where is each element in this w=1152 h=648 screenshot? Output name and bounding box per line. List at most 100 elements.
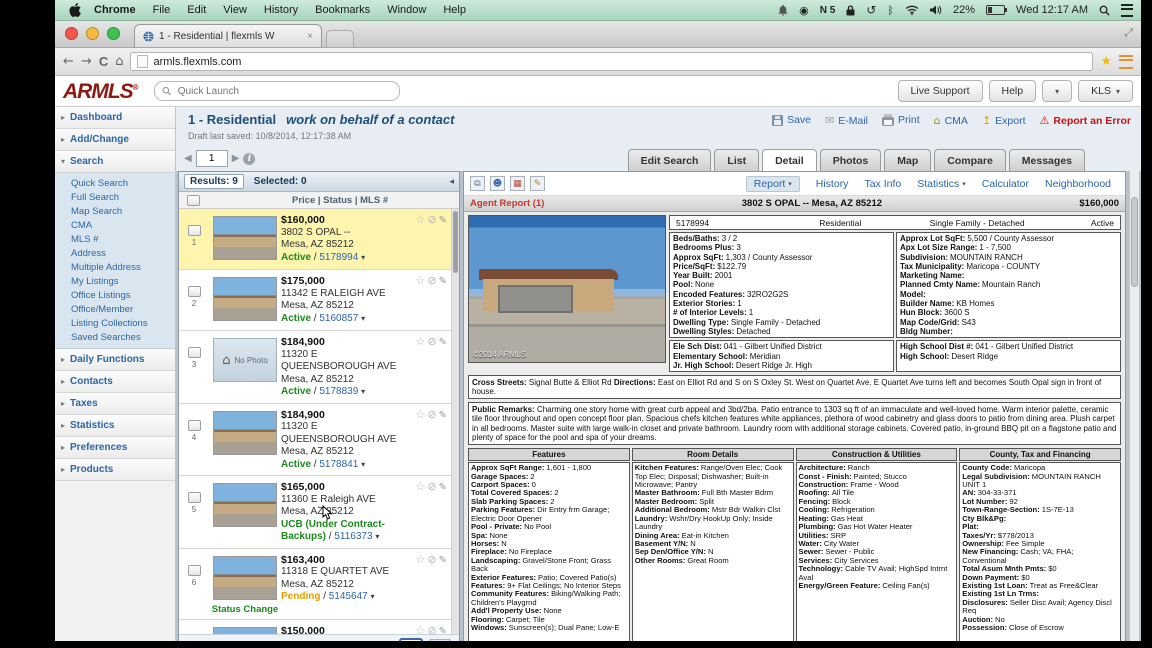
sidebar-section[interactable]: ▸Statistics — [55, 415, 175, 437]
row-checkbox[interactable] — [188, 286, 201, 297]
favorite-star-icon[interactable]: ☆ — [416, 624, 428, 635]
sidebar-section[interactable]: ▸Products — [55, 459, 175, 481]
close-window-button[interactable] — [65, 27, 78, 40]
sidebar-item[interactable]: CMA — [55, 218, 175, 232]
page-input[interactable] — [196, 150, 228, 167]
forward-button[interactable]: → — [81, 55, 92, 68]
spotlight-icon[interactable] — [1099, 5, 1110, 16]
menubar-item[interactable]: View — [223, 4, 247, 16]
property-photo[interactable]: ©2014 ARMLS — [468, 215, 666, 363]
quick-launch-input[interactable] — [176, 85, 392, 98]
view-tab[interactable]: Edit Search — [628, 149, 712, 171]
sidebar-item[interactable]: Multiple Address — [55, 260, 175, 274]
menubar-item[interactable]: Window — [387, 4, 426, 16]
zoom-window-button[interactable] — [107, 27, 120, 40]
exclude-icon[interactable]: ⊘ — [427, 624, 438, 635]
exclude-icon[interactable]: ⊘ — [427, 408, 438, 421]
live-support-button[interactable]: Live Support — [898, 80, 983, 102]
exclude-icon[interactable]: ⊘ — [427, 274, 438, 287]
listing-thumbnail[interactable] — [213, 216, 277, 260]
scrollbar-thumb[interactable] — [453, 211, 458, 273]
contact-icon[interactable]: ☻ — [490, 176, 505, 191]
listing-thumbnail[interactable] — [213, 277, 277, 321]
cma-button[interactable]: ⌂CMA — [934, 114, 968, 127]
next-page-button[interactable]: ▶ — [232, 153, 240, 164]
help-button[interactable]: Help — [989, 80, 1037, 102]
mls-number-link[interactable]: 5178841 — [319, 459, 358, 470]
listing-row[interactable]: 4 ⌂ $184,900 11320 E QUEENSBOROUGH AVE — [179, 404, 459, 477]
sidebar-item[interactable]: Office Listings — [55, 288, 175, 302]
status-dropdown-caret[interactable]: ▾ — [361, 460, 365, 469]
view-tab[interactable]: Messages — [1009, 149, 1085, 171]
volume-icon[interactable] — [930, 5, 942, 15]
wifi-icon[interactable] — [905, 5, 919, 15]
report-subtab[interactable]: Report▾ — [746, 176, 800, 192]
export-button[interactable]: ↥Export — [982, 114, 1026, 127]
sidebar-item[interactable]: Quick Search — [55, 176, 175, 190]
row-checkbox[interactable] — [188, 492, 201, 503]
favorite-star-icon[interactable]: ☆ — [416, 480, 428, 493]
report-subtab[interactable]: Neighborhood▾ — [1045, 178, 1111, 190]
exclude-icon[interactable]: ⊘ — [427, 553, 438, 566]
reload-button[interactable]: C — [99, 55, 108, 68]
status-dropdown-caret[interactable]: ▾ — [361, 314, 365, 323]
sidebar-item[interactable]: Full Search — [55, 190, 175, 204]
status-dropdown-caret[interactable]: ▾ — [361, 253, 365, 262]
back-button[interactable]: ← — [63, 55, 74, 68]
mls-number-link[interactable]: 5160857 — [319, 313, 358, 324]
column-labels[interactable]: Price | Status | MLS # — [292, 195, 388, 206]
menubar-item[interactable]: Edit — [187, 4, 206, 16]
note-icon[interactable]: ✎ — [439, 626, 449, 635]
apple-icon[interactable] — [69, 3, 82, 17]
view-tab[interactable]: Detail — [762, 149, 817, 171]
time-machine-icon[interactable]: ↺ — [866, 3, 876, 17]
exclude-icon[interactable]: ⊘ — [427, 213, 438, 226]
note-icon[interactable]: ✎ — [439, 555, 449, 566]
view-tab[interactable]: Map — [884, 149, 931, 171]
bookmark-star-icon[interactable]: ★ — [1100, 54, 1112, 69]
sidebar-item[interactable]: Listing Collections — [55, 316, 175, 330]
sidebar-section[interactable]: ▸Daily Functions — [55, 349, 175, 371]
note-icon[interactable]: ✎ — [439, 482, 449, 493]
mls-number-link[interactable]: 5178839 — [319, 386, 358, 397]
report-subtab[interactable]: History▾ — [816, 178, 849, 190]
list-scrollbar[interactable] — [451, 209, 459, 634]
listing-row[interactable]: 5 ⌂ $165,000 11360 E Raleigh AVE — [179, 476, 459, 549]
home-button[interactable]: ⌂ — [115, 55, 123, 68]
favorite-star-icon[interactable]: ☆ — [416, 213, 428, 226]
prev-page-button[interactable]: ◀ — [184, 153, 192, 164]
sidebar-section[interactable]: ▸Preferences — [55, 437, 175, 459]
favorite-star-icon[interactable]: ☆ — [416, 408, 428, 421]
row-checkbox[interactable] — [188, 347, 201, 358]
sidebar-item[interactable]: Office/Member — [55, 302, 175, 316]
card-view-button[interactable] — [399, 638, 423, 642]
status-dropdown-caret[interactable]: ▾ — [371, 592, 375, 601]
exclude-icon[interactable]: ⊘ — [427, 335, 438, 348]
bluetooth-icon[interactable]: ᛒ — [887, 4, 894, 17]
lock-icon[interactable] — [846, 5, 855, 16]
sidebar-section[interactable]: ▸Taxes — [55, 393, 175, 415]
quick-launch-box[interactable] — [154, 81, 400, 101]
row-checkbox[interactable] — [188, 420, 201, 431]
report-subtab[interactable]: Statistics▾ — [917, 178, 966, 190]
mls-number-link[interactable]: 5145647 — [329, 591, 368, 602]
sidebar-item[interactable]: MLS # — [55, 232, 175, 246]
armls-logo[interactable]: ARMLS® — [63, 81, 138, 102]
sidebar-item[interactable]: My Listings — [55, 274, 175, 288]
note-icon[interactable]: ✎ — [439, 276, 449, 287]
row-checkbox[interactable] — [188, 225, 201, 236]
listing-row[interactable]: 6 ⌂ Status Change $163,400 11318 E QUART… — [179, 549, 459, 620]
sidebar-item[interactable]: Address — [55, 246, 175, 260]
user-menu-button[interactable]: KLS▾ — [1078, 80, 1133, 102]
browser-menu-icon[interactable] — [1119, 55, 1133, 69]
listing-thumbnail[interactable] — [213, 483, 277, 527]
menubar-item[interactable]: File — [153, 4, 171, 16]
status-dropdown-caret[interactable]: ▾ — [361, 387, 365, 396]
collapse-panel-icon[interactable]: ◂ — [449, 177, 454, 187]
menubar-item[interactable]: History — [264, 4, 298, 16]
menubar-clock[interactable]: Wed 12:17 AM — [1016, 4, 1088, 16]
notification-center-icon[interactable] — [1121, 4, 1133, 17]
listing-row[interactable]: 1 ⌂ $160,000 3802 S OPAL -- — [179, 209, 459, 270]
favorite-star-icon[interactable]: ☆ — [416, 553, 428, 566]
mls-number-link[interactable]: 5116373 — [334, 531, 372, 542]
